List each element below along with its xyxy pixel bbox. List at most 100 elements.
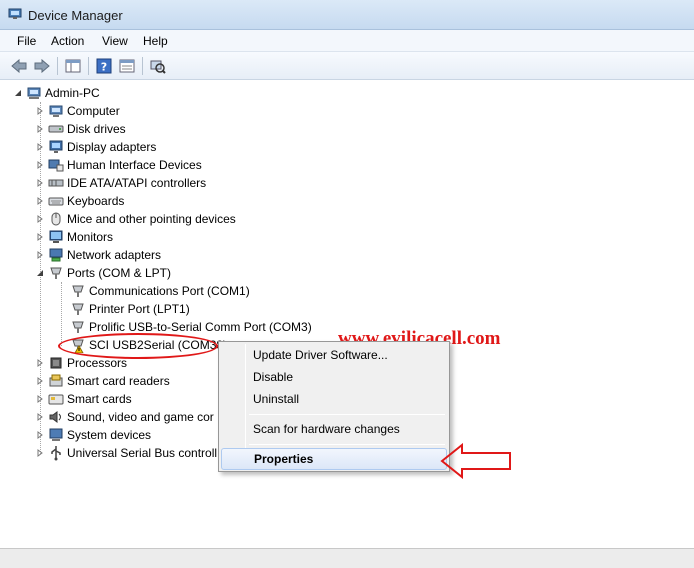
collapse-triangle-icon[interactable] (36, 269, 44, 277)
properties-icon (119, 59, 135, 73)
category-label: Keyboards (67, 194, 125, 208)
category-label: Network adapters (67, 248, 162, 262)
category-label: Human Interface Devices (67, 158, 202, 172)
tree-category[interactable]: System devices (36, 426, 151, 444)
tree-category[interactable]: IDE ATA/ATAPI controllers (36, 174, 206, 192)
device-label: SCI USB2Serial (COM38) (89, 338, 228, 352)
expand-triangle-icon[interactable] (36, 143, 44, 151)
mouse-icon (51, 212, 61, 226)
tree-device[interactable]: Printer Port (LPT1) (70, 300, 190, 318)
menu-disable[interactable]: Disable (221, 366, 447, 388)
tree-device[interactable]: Communications Port (COM1) (70, 282, 250, 300)
menu-properties[interactable]: Properties (221, 448, 447, 470)
help-button[interactable]: ? (94, 56, 114, 76)
help-icon: ? (96, 58, 112, 74)
port-icon (50, 267, 62, 279)
tree-category[interactable]: Disk drives (36, 120, 126, 138)
context-menu-separator (249, 444, 445, 445)
menu-uninstall[interactable]: Uninstall (221, 388, 447, 410)
port-icon (72, 285, 84, 297)
window-title: Device Manager (28, 8, 123, 23)
computer-icon (27, 87, 41, 99)
expand-triangle-icon[interactable] (36, 431, 44, 439)
expand-triangle-icon[interactable] (36, 377, 44, 385)
status-bar (0, 548, 694, 568)
menu-bar: File Action View Help (0, 30, 694, 52)
tree-root[interactable]: Admin-PC (14, 84, 100, 102)
usb-icon (51, 446, 61, 461)
expand-triangle-icon[interactable] (36, 161, 44, 169)
toolbar-separator (88, 57, 89, 75)
port-icon (72, 321, 84, 333)
category-label: Monitors (67, 230, 114, 244)
tree-device-selected[interactable]: SCI USB2Serial (COM38) (70, 336, 227, 354)
device-label: Printer Port (LPT1) (89, 302, 190, 316)
tree-category[interactable]: Smart card readers (36, 372, 170, 390)
tree-category[interactable]: Monitors (36, 228, 113, 246)
menu-file[interactable]: File (17, 34, 36, 48)
menu-help[interactable]: Help (143, 34, 168, 48)
expand-triangle-icon[interactable] (36, 179, 44, 187)
toolbar-separator (57, 57, 58, 75)
expand-triangle-icon[interactable] (36, 215, 44, 223)
expand-triangle-icon[interactable] (36, 197, 44, 205)
keyboard-icon (48, 197, 64, 206)
menu-update-driver[interactable]: Update Driver Software... (221, 344, 447, 366)
expand-triangle-icon[interactable] (36, 449, 44, 457)
forward-button[interactable] (32, 56, 52, 76)
tree-category[interactable]: Sound, video and game cor (36, 408, 214, 426)
tree-category[interactable]: Smart cards (36, 390, 132, 408)
back-button[interactable] (9, 56, 29, 76)
device-tree: Admin-PC Computer Disk drives Display ad… (6, 82, 692, 542)
hid-icon (48, 159, 64, 172)
tree-category[interactable]: Network adapters (36, 246, 161, 264)
collapse-triangle-icon[interactable] (14, 89, 22, 97)
tree-category[interactable]: Processors (36, 354, 127, 372)
smart-card-reader-icon (49, 374, 63, 387)
tree-category[interactable]: Display adapters (36, 138, 156, 156)
show-hide-console-button[interactable] (63, 56, 83, 76)
network-adapter-icon (49, 248, 63, 262)
tree-device[interactable]: Prolific USB-to-Serial Comm Port (COM3) (70, 318, 312, 336)
speaker-icon (49, 411, 61, 423)
tree-root-label: Admin-PC (45, 86, 100, 100)
menu-action[interactable]: Action (51, 34, 84, 48)
menu-view[interactable]: View (102, 34, 128, 48)
category-label: Computer (67, 104, 120, 118)
expand-triangle-icon[interactable] (36, 413, 44, 421)
category-label: Processors (67, 356, 128, 370)
menu-scan-hardware[interactable]: Scan for hardware changes (221, 418, 447, 440)
properties-button[interactable] (117, 56, 137, 76)
category-label: Smart card readers (67, 374, 170, 388)
display-adapter-icon (49, 140, 63, 153)
tree-category[interactable]: Keyboards (36, 192, 124, 210)
device-manager-icon (8, 8, 22, 19)
category-label: Universal Serial Bus controll (67, 446, 218, 460)
back-arrow-icon (11, 59, 27, 73)
expand-triangle-icon[interactable] (36, 395, 44, 403)
tree-category[interactable]: Mice and other pointing devices (36, 210, 236, 228)
category-label: Disk drives (67, 122, 126, 136)
ide-controller-icon (48, 179, 64, 187)
port-icon (72, 303, 84, 315)
expand-triangle-icon[interactable] (36, 125, 44, 133)
tree-category[interactable]: Human Interface Devices (36, 156, 202, 174)
tree-category-ports[interactable]: Ports (COM & LPT) (36, 264, 171, 282)
monitor-icon (49, 230, 63, 243)
category-label: System devices (67, 428, 152, 442)
svg-text:?: ? (101, 61, 107, 74)
context-menu-separator (249, 414, 445, 415)
tree-category[interactable]: Universal Serial Bus controll (36, 444, 217, 462)
expand-triangle-icon[interactable] (36, 233, 44, 241)
scan-hardware-button[interactable] (148, 56, 168, 76)
category-label: Ports (COM & LPT) (67, 266, 172, 280)
expand-triangle-icon[interactable] (36, 359, 44, 367)
expand-triangle-icon[interactable] (36, 107, 44, 115)
tree-category[interactable]: Computer (36, 102, 120, 120)
forward-arrow-icon (34, 59, 50, 73)
expand-triangle-icon[interactable] (36, 251, 44, 259)
computer-icon (49, 105, 63, 117)
toolbar: ? (0, 52, 694, 80)
port-warning-icon (72, 339, 84, 353)
category-label: Mice and other pointing devices (67, 212, 236, 226)
